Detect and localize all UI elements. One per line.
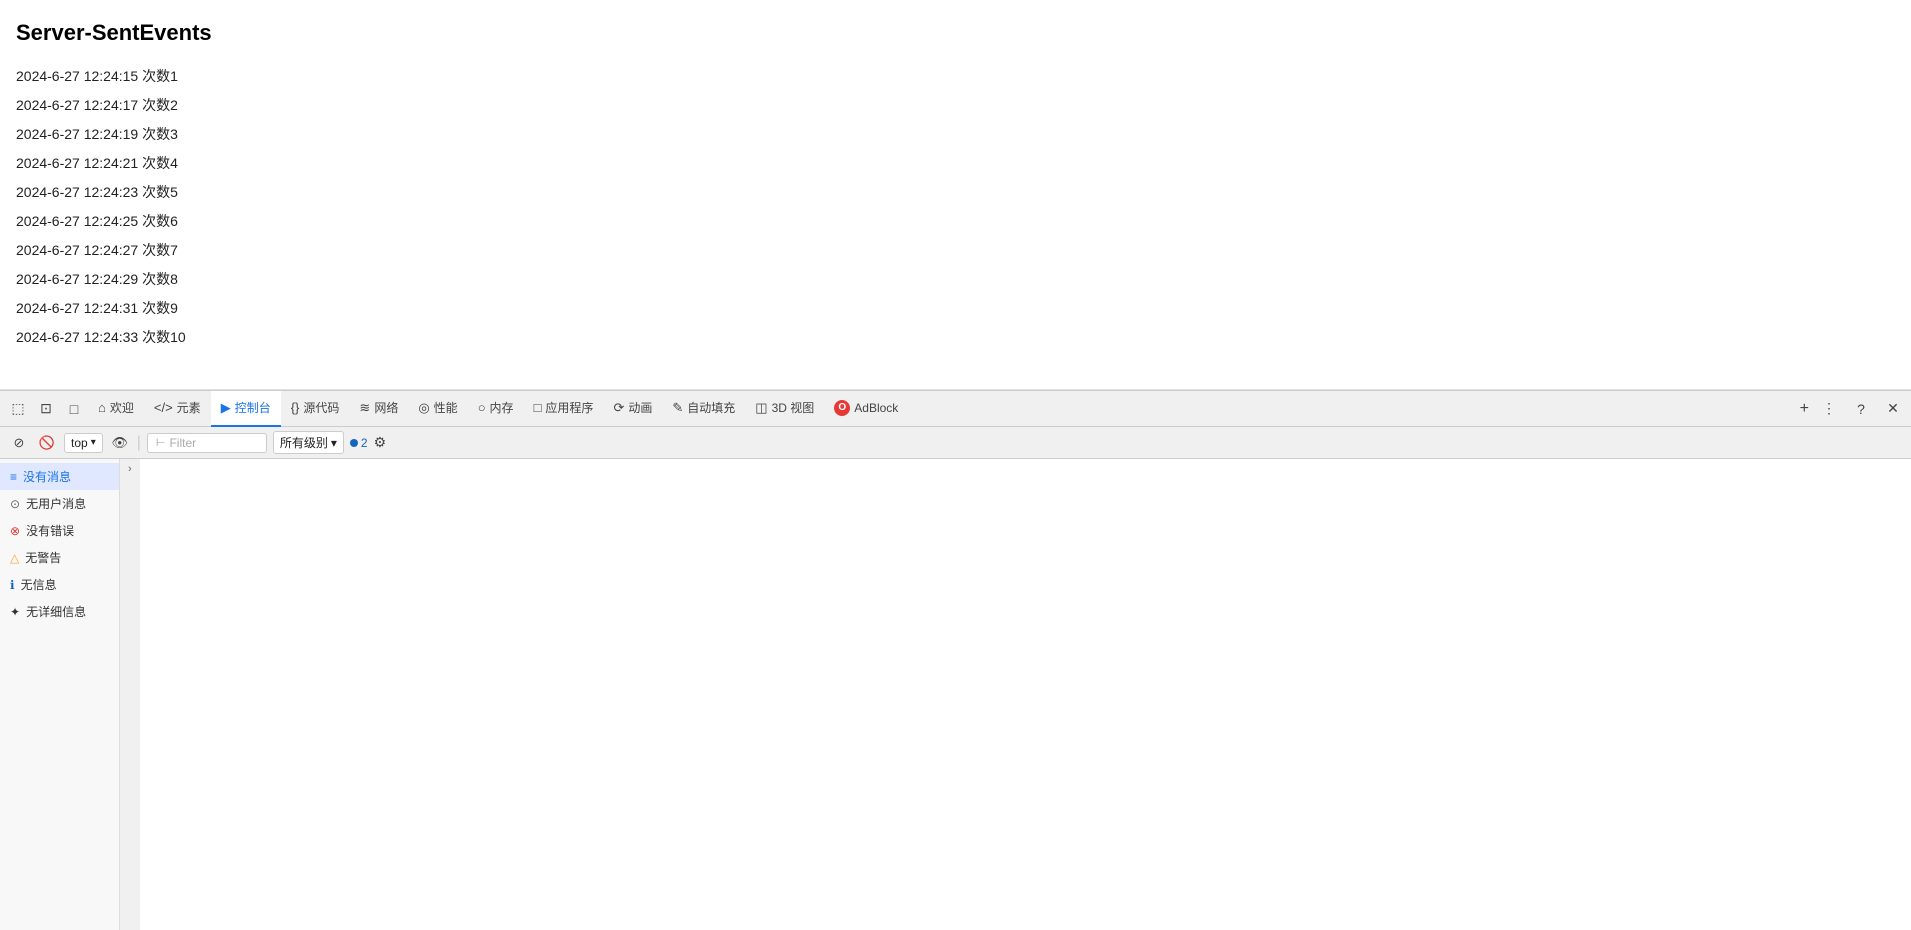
welcome-tab-icon: ⌂ bbox=[98, 400, 106, 415]
sidebar-item-errors[interactable]: ⊗ 没有错误 bbox=[0, 517, 119, 544]
event-item: 2024-6-27 12:24:33 次数10 bbox=[16, 327, 1895, 348]
elements-tab-icon: </> bbox=[154, 400, 173, 415]
context-value: top bbox=[71, 436, 88, 450]
event-item: 2024-6-27 12:24:25 次数6 bbox=[16, 211, 1895, 232]
animation-tab-icon: ⟳ bbox=[613, 400, 624, 416]
console-sidebar: ≡ 没有消息 ⊙ 无用户消息 ⊗ 没有错误 △ 无警告 ℹ 无信息 ✦ 无详细信… bbox=[0, 459, 120, 930]
filter-separator: | bbox=[137, 434, 141, 452]
sidebar-item-verbose[interactable]: ✦ 无详细信息 bbox=[0, 598, 119, 625]
3dview-tab-icon: ◫ bbox=[755, 400, 767, 416]
tab-performance[interactable]: ◎ 性能 bbox=[408, 391, 467, 427]
tab-3dview[interactable]: ◫ 3D 视图 bbox=[745, 391, 824, 427]
tab-performance-label: 性能 bbox=[434, 399, 458, 416]
tab-animation[interactable]: ⟳ 动画 bbox=[603, 391, 662, 427]
sidebar-expand-button[interactable]: › bbox=[120, 459, 140, 930]
device-toolbar-button[interactable]: ⊡ bbox=[32, 395, 60, 423]
sidebar-user-label: 无用户消息 bbox=[26, 495, 86, 512]
context-selector[interactable]: top ▾ bbox=[64, 433, 103, 453]
events-list: 2024-6-27 12:24:15 次数1 2024-6-27 12:24:17… bbox=[16, 66, 1895, 348]
errors-icon: ⊗ bbox=[10, 524, 20, 538]
tab-sources[interactable]: {} 源代码 bbox=[281, 391, 350, 427]
devtools-tabs-bar: ⬚ ⊡ □ ⌂ 欢迎 </> 元素 ▶ 控制台 {} 源代码 ≋ 网络 ◎ 性能… bbox=[0, 391, 1911, 427]
log-level-chevron-icon: ▾ bbox=[331, 436, 337, 450]
event-item: 2024-6-27 12:24:27 次数7 bbox=[16, 240, 1895, 261]
console-tab-icon: ▶ bbox=[221, 400, 231, 416]
tab-3dview-label: 3D 视图 bbox=[772, 399, 815, 416]
console-content bbox=[140, 459, 1911, 930]
close-devtools-button[interactable]: ✕ bbox=[1879, 395, 1907, 423]
clear-console-button[interactable]: ⊘ bbox=[8, 432, 30, 454]
filter-icon: ⊢ bbox=[156, 436, 166, 449]
context-chevron-icon: ▾ bbox=[91, 437, 96, 448]
message-count-badge: 2 bbox=[350, 436, 368, 450]
filter-input-area[interactable]: ⊢ Filter bbox=[147, 433, 267, 453]
event-item: 2024-6-27 12:24:19 次数3 bbox=[16, 124, 1895, 145]
badge-count: 2 bbox=[361, 436, 368, 450]
help-button[interactable]: ? bbox=[1847, 395, 1875, 423]
devtools-right-icons: ⋮ ? ✕ bbox=[1815, 395, 1907, 423]
user-icon: ⊙ bbox=[10, 497, 20, 511]
sidebar-item-user[interactable]: ⊙ 无用户消息 bbox=[0, 490, 119, 517]
devtools-main-area: ≡ 没有消息 ⊙ 无用户消息 ⊗ 没有错误 △ 无警告 ℹ 无信息 ✦ 无详细信… bbox=[0, 459, 1911, 930]
tab-memory-label: 内存 bbox=[490, 399, 514, 416]
more-options-button[interactable]: ⋮ bbox=[1815, 395, 1843, 423]
tab-network[interactable]: ≋ 网络 bbox=[349, 391, 408, 427]
event-item: 2024-6-27 12:24:31 次数9 bbox=[16, 298, 1895, 319]
sidebar-item-warnings[interactable]: △ 无警告 bbox=[0, 544, 119, 571]
inspect-element-button[interactable]: ⬚ bbox=[4, 395, 32, 423]
page-title: Server-SentEvents bbox=[16, 20, 1895, 46]
sidebar-warnings-label: 无警告 bbox=[25, 549, 61, 566]
network-tab-icon: ≋ bbox=[359, 400, 370, 416]
devtools-toolbar: ⊘ 🚫 top ▾ 👁 | ⊢ Filter 所有级别 ▾ 2 ⚙ bbox=[0, 427, 1911, 459]
application-tab-icon: □ bbox=[534, 400, 542, 415]
sidebar-errors-label: 没有错误 bbox=[26, 522, 74, 539]
event-item: 2024-6-27 12:24:23 次数5 bbox=[16, 182, 1895, 203]
tab-adblock-label: AdBlock bbox=[854, 401, 898, 415]
warnings-icon: △ bbox=[10, 551, 19, 565]
tab-console[interactable]: ▶ 控制台 bbox=[211, 391, 281, 427]
tab-adblock[interactable]: O AdBlock bbox=[824, 391, 908, 427]
tab-console-label: 控制台 bbox=[235, 399, 271, 416]
tab-welcome-label: 欢迎 bbox=[110, 399, 134, 416]
verbose-icon: ✦ bbox=[10, 605, 20, 619]
tab-application-label: 应用程序 bbox=[545, 399, 593, 416]
autofill-tab-icon: ✎ bbox=[672, 400, 683, 416]
tab-memory[interactable]: ○ 内存 bbox=[468, 391, 524, 427]
event-item: 2024-6-27 12:24:15 次数1 bbox=[16, 66, 1895, 87]
sidebar-item-messages[interactable]: ≡ 没有消息 bbox=[0, 463, 119, 490]
event-item: 2024-6-27 12:24:29 次数8 bbox=[16, 269, 1895, 290]
main-content: Server-SentEvents 2024-6-27 12:24:15 次数1… bbox=[0, 0, 1911, 390]
filter-placeholder: Filter bbox=[169, 436, 196, 450]
tab-animation-label: 动画 bbox=[628, 399, 652, 416]
sources-tab-icon: {} bbox=[291, 400, 300, 415]
memory-tab-icon: ○ bbox=[478, 400, 486, 415]
sidebar-info-label: 无信息 bbox=[21, 576, 57, 593]
performance-tab-icon: ◎ bbox=[418, 400, 429, 416]
tab-application[interactable]: □ 应用程序 bbox=[524, 391, 604, 427]
sidebar-verbose-label: 无详细信息 bbox=[26, 603, 86, 620]
devtools-panel: ⬚ ⊡ □ ⌂ 欢迎 </> 元素 ▶ 控制台 {} 源代码 ≋ 网络 ◎ 性能… bbox=[0, 390, 1911, 930]
tab-autofill-label: 自动填充 bbox=[687, 399, 735, 416]
dock-button[interactable]: □ bbox=[60, 395, 88, 423]
tab-network-label: 网络 bbox=[374, 399, 398, 416]
console-settings-button[interactable]: ⚙ bbox=[374, 434, 387, 451]
tab-elements[interactable]: </> 元素 bbox=[144, 391, 211, 427]
tab-sources-label: 源代码 bbox=[303, 399, 339, 416]
tab-welcome[interactable]: ⌂ 欢迎 bbox=[88, 391, 144, 427]
eye-button[interactable]: 👁 bbox=[109, 432, 131, 454]
tab-autofill[interactable]: ✎ 自动填充 bbox=[662, 391, 745, 427]
add-tab-button[interactable]: + bbox=[1794, 400, 1815, 418]
event-item: 2024-6-27 12:24:17 次数2 bbox=[16, 95, 1895, 116]
log-level-value: 所有级别 bbox=[280, 434, 328, 451]
block-console-button[interactable]: 🚫 bbox=[36, 432, 58, 454]
sidebar-item-info[interactable]: ℹ 无信息 bbox=[0, 571, 119, 598]
event-item: 2024-6-27 12:24:21 次数4 bbox=[16, 153, 1895, 174]
tab-elements-label: 元素 bbox=[177, 399, 201, 416]
adblock-icon: O bbox=[834, 400, 850, 416]
info-icon: ℹ bbox=[10, 578, 15, 592]
badge-dot-icon bbox=[350, 439, 358, 447]
log-level-selector[interactable]: 所有级别 ▾ bbox=[273, 431, 344, 454]
sidebar-messages-label: 没有消息 bbox=[23, 468, 71, 485]
messages-icon: ≡ bbox=[10, 470, 17, 484]
